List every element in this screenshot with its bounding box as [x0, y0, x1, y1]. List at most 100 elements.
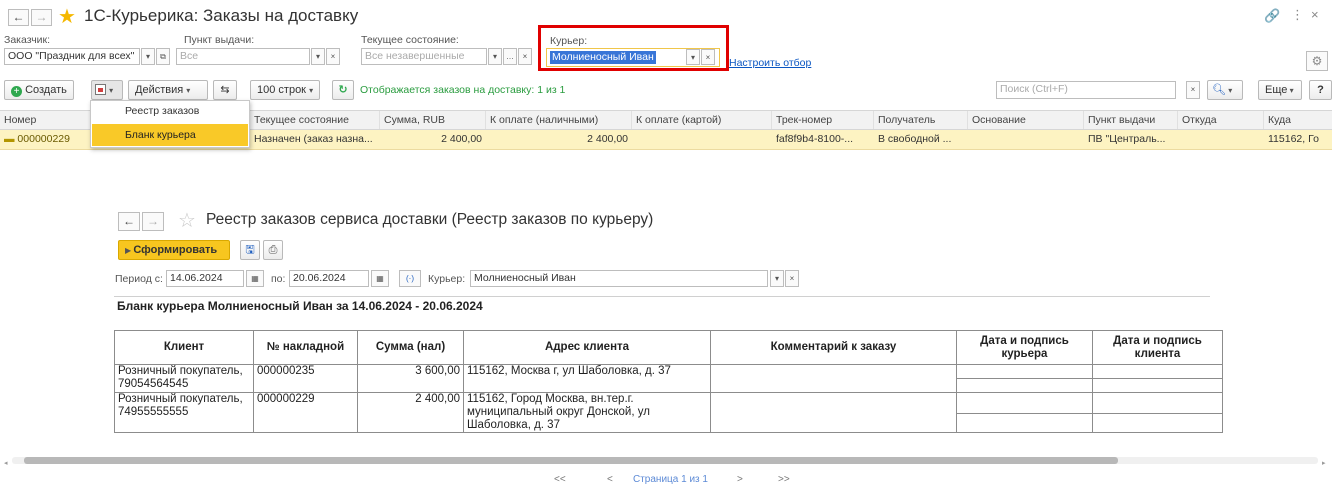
- col-recipient[interactable]: Получатель: [874, 111, 968, 129]
- row-number: ▬ 000000229: [4, 133, 70, 145]
- rep-cell-invoice: 000000229: [253, 392, 358, 433]
- report-courier-field[interactable]: Молниеносный Иван: [470, 270, 768, 287]
- pager-last[interactable]: >>: [778, 474, 790, 485]
- help-button[interactable]: ?: [1309, 80, 1332, 100]
- customer-field[interactable]: ООО "Праздник для всех": [4, 48, 140, 65]
- rep-col-client-sign: Дата и подпись клиента: [1092, 330, 1223, 365]
- customer-label: Заказчик:: [4, 34, 51, 46]
- menu-item-orders-registry[interactable]: Реестр заказов: [91, 101, 249, 122]
- pager-prev[interactable]: <: [607, 474, 613, 485]
- plus-icon: +: [11, 86, 22, 97]
- refresh-icon: ↻: [338, 84, 348, 96]
- sort-button[interactable]: ⇆: [213, 80, 237, 100]
- rep-col-sum: Сумма (нал): [357, 330, 464, 365]
- state-label: Текущее состояние:: [361, 34, 459, 46]
- col-number[interactable]: Номер: [0, 111, 92, 129]
- favorite-star-icon[interactable]: ★: [58, 4, 76, 29]
- period-from-label: Период с:: [115, 273, 163, 285]
- rows-count-button[interactable]: 100 строк ▾: [250, 80, 320, 100]
- print-button[interactable]: ▾: [91, 80, 123, 100]
- report-courier-dropdown-button[interactable]: ▾: [770, 270, 784, 287]
- close-icon[interactable]: ×: [1311, 7, 1319, 22]
- pager-first[interactable]: <<: [554, 474, 566, 485]
- actions-button[interactable]: Действия ▾: [128, 80, 208, 100]
- courier-clear-button[interactable]: ×: [701, 49, 715, 65]
- calendar-icon[interactable]: ▦: [371, 270, 389, 287]
- search-clear-button[interactable]: ×: [1186, 81, 1200, 99]
- scrollbar-thumb[interactable]: [24, 457, 1118, 464]
- courier-dropdown-button[interactable]: ▾: [686, 49, 700, 65]
- print-report-button[interactable]: ⎙: [263, 240, 283, 260]
- report-divider: [114, 296, 1210, 297]
- sort-icon: ⇆: [220, 84, 230, 96]
- more-label: Еще: [1265, 84, 1288, 96]
- scroll-left-arrow[interactable]: ◂: [4, 459, 8, 467]
- rep-cell-sign: [956, 412, 1093, 433]
- col-cash[interactable]: К оплате (наличными): [486, 111, 632, 129]
- printer-icon: ⎙: [268, 244, 278, 256]
- state-clear-button[interactable]: ×: [518, 48, 532, 65]
- row-point: ПВ "Централь...: [1088, 133, 1166, 145]
- state-field[interactable]: Все незавершенные: [361, 48, 487, 65]
- generate-button[interactable]: ▶ Сформировать: [118, 240, 230, 260]
- col-state[interactable]: Текущее состояние: [250, 111, 380, 129]
- col-from[interactable]: Откуда: [1178, 111, 1264, 129]
- search-input[interactable]: Поиск (Ctrl+F): [996, 81, 1176, 99]
- pager-next[interactable]: >: [737, 474, 743, 485]
- col-point[interactable]: Пункт выдачи: [1084, 111, 1178, 129]
- period-select-icon[interactable]: (·): [399, 270, 421, 287]
- calendar-icon[interactable]: ▦: [246, 270, 264, 287]
- report-forward-button[interactable]: →: [142, 212, 164, 231]
- rep-cell-sign: [1092, 412, 1223, 433]
- create-label: Создать: [25, 84, 67, 96]
- col-basis[interactable]: Основание: [968, 111, 1084, 129]
- settings-gear-icon[interactable]: ⚙: [1306, 51, 1328, 71]
- report-courier-clear-button[interactable]: ×: [785, 270, 799, 287]
- forward-button[interactable]: →: [31, 9, 52, 26]
- col-to[interactable]: Куда: [1264, 111, 1332, 129]
- back-button[interactable]: ←: [8, 9, 29, 26]
- more-button[interactable]: Еще ▾: [1258, 80, 1302, 100]
- scroll-right-arrow[interactable]: ▸: [1322, 459, 1326, 467]
- col-sum[interactable]: Сумма, RUB: [380, 111, 486, 129]
- rep-col-client: Клиент: [114, 330, 254, 365]
- row-from: [1178, 130, 1264, 149]
- report-back-button[interactable]: ←: [118, 212, 140, 231]
- report-heading: Бланк курьера Молниеносный Иван за 14.06…: [117, 299, 483, 313]
- customer-open-button[interactable]: ⧉: [156, 48, 170, 65]
- rep-cell-sign: [956, 364, 1093, 379]
- col-card[interactable]: К оплате (картой): [632, 111, 772, 129]
- link-icon[interactable]: 🔗: [1264, 8, 1280, 24]
- search-button[interactable]: 🔍︎ ▾: [1207, 80, 1243, 100]
- state-dropdown-button[interactable]: ▾: [488, 48, 502, 65]
- print-icon: [95, 84, 106, 95]
- refresh-button[interactable]: ↻: [332, 80, 354, 100]
- point-clear-button[interactable]: ×: [326, 48, 340, 65]
- create-button[interactable]: + Создать: [4, 80, 74, 100]
- rep-col-comment: Комментарий к заказу: [710, 330, 957, 365]
- courier-field[interactable]: Молниеносный Иван: [550, 51, 656, 64]
- rep-cell-sign: [1092, 378, 1223, 393]
- row-to: 115162, Го: [1268, 133, 1319, 145]
- col-track[interactable]: Трек-номер: [772, 111, 874, 129]
- date-from-field[interactable]: 14.06.2024: [166, 270, 244, 287]
- rep-cell-sign: [956, 378, 1093, 393]
- date-to-field[interactable]: 20.06.2024: [289, 270, 369, 287]
- rep-col-invoice: № накладной: [253, 330, 358, 365]
- chevron-down-icon: ▾: [1287, 86, 1294, 95]
- menu-item-courier-form[interactable]: Бланк курьера: [92, 124, 248, 146]
- more-vertical-icon[interactable]: ⋮: [1291, 7, 1304, 23]
- period-to-label: по:: [271, 273, 286, 285]
- state-select-button[interactable]: …: [503, 48, 517, 65]
- rep-cell-comment: [710, 364, 957, 393]
- point-field[interactable]: Все: [176, 48, 310, 65]
- report-title: Реестр заказов сервиса доставки (Реестр …: [206, 211, 654, 228]
- setup-filter-link[interactable]: Настроить отбор: [729, 57, 811, 69]
- save-button[interactable]: 🖫: [240, 240, 260, 260]
- report-favorite-star-icon[interactable]: ☆: [178, 208, 196, 233]
- rep-cell-client: Розничный покупатель, 74955555555: [114, 392, 254, 433]
- point-dropdown-button[interactable]: ▾: [311, 48, 325, 65]
- window-title: 1С-Курьерика: Заказы на доставку: [84, 6, 359, 25]
- search-icon: 🔍︎: [1212, 84, 1226, 96]
- customer-dropdown-button[interactable]: ▾: [141, 48, 155, 65]
